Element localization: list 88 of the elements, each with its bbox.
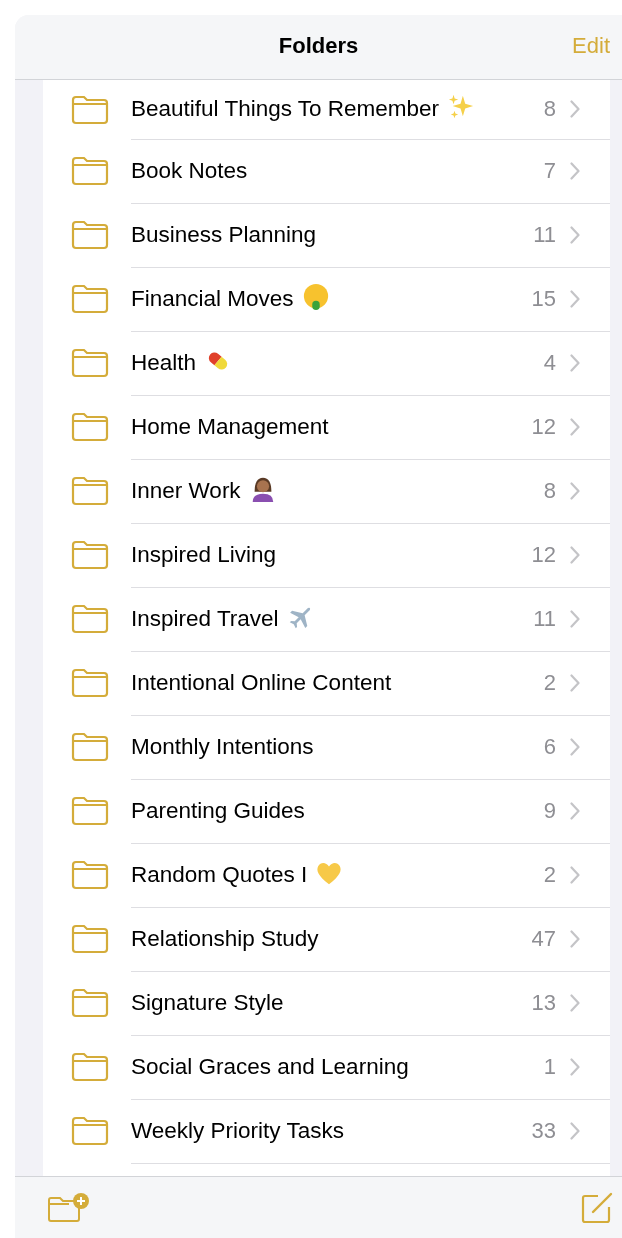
note-count: 13: [531, 989, 556, 1016]
folder-item[interactable]: Book Notes 7: [131, 138, 610, 204]
folder-name: Signature Style: [131, 989, 284, 1016]
chevron-icon: [570, 609, 580, 628]
folder-name: Book Notes: [131, 157, 248, 184]
note-count: 9: [543, 797, 556, 824]
chevron-icon: [570, 673, 580, 692]
folder-icon: [71, 924, 109, 954]
folder-name: Inspired Travel: [131, 605, 279, 632]
folder-icon: [71, 412, 109, 442]
folder-icon: [71, 1116, 109, 1146]
folder-icon: [71, 604, 109, 634]
note-count: 8: [543, 477, 556, 504]
chevron-icon: [570, 417, 580, 436]
folder-name: Financial Moves: [131, 285, 294, 312]
folder-item[interactable]: Parenting Guides 9: [131, 778, 610, 844]
folder-item[interactable]: Intentional Online Content 2: [131, 650, 610, 716]
chevron-icon: [570, 1121, 580, 1140]
folder-item[interactable]: Home Management 12: [131, 394, 610, 460]
chevron-icon: [570, 481, 580, 500]
folder-icon: [71, 220, 109, 250]
chevron-icon: [570, 865, 580, 884]
folder-icon: [71, 284, 109, 314]
folder-name: Relationship Study: [131, 925, 319, 952]
compose-icon[interactable]: [580, 1191, 614, 1224]
note-count: 7: [543, 157, 556, 184]
window-title: Folders: [278, 33, 359, 59]
folder-item[interactable]: Inner Work 8: [131, 458, 610, 524]
folder-item[interactable]: Relationship Study 47: [131, 906, 610, 972]
folder-icon: [71, 476, 109, 506]
folder-item[interactable]: Random Quotes I 2: [131, 842, 610, 908]
note-count: 8: [543, 96, 556, 122]
folder-item[interactable]: Beautiful Things To Remember 8: [131, 80, 610, 140]
folder-item[interactable]: Social Graces and Learning 1: [131, 1034, 610, 1100]
chevron-icon: [570, 1057, 580, 1076]
folder-item[interactable]: Health 4: [131, 330, 610, 396]
new-folder-icon[interactable]: [47, 1191, 91, 1224]
folder-item[interactable]: Financial Moves 15: [131, 266, 610, 332]
chevron-icon: [570, 929, 580, 948]
folder-name: Business Planning: [131, 221, 317, 248]
note-count: 2: [543, 669, 556, 696]
note-count: 12: [531, 541, 556, 568]
folder-name: Inspired Living: [131, 541, 277, 568]
folder-icon: [71, 156, 109, 186]
folder-name: Health: [131, 349, 197, 376]
folder-icon: [71, 1052, 109, 1082]
folder-name: Social Graces and Learning: [131, 1053, 409, 1080]
note-count: 12: [531, 413, 556, 440]
folder-name: Home Management: [131, 413, 329, 440]
chevron-icon: [570, 100, 580, 118]
folder-icon: [71, 540, 109, 570]
folder-name: Beautiful Things To Remember: [131, 96, 440, 122]
chevron-icon: [570, 225, 580, 244]
folder-name: Random Quotes I: [131, 861, 308, 888]
folder-item[interactable]: Inspired Travel 11: [131, 586, 610, 652]
chevron-icon: [570, 161, 580, 180]
chevron-icon: [570, 737, 580, 756]
folder-icon: [71, 988, 109, 1018]
note-count: 33: [531, 1117, 556, 1144]
note-count: 11: [533, 605, 556, 632]
folder-icon: [71, 348, 109, 378]
note-count: 1: [543, 1053, 556, 1080]
folder-icon: [71, 732, 109, 762]
chevron-icon: [570, 289, 580, 308]
folder-name: Monthly Intentions: [131, 733, 314, 760]
folder-item[interactable]: Signature Style 13: [131, 970, 610, 1036]
note-count: 6: [543, 733, 556, 760]
folder-item[interactable]: Business Planning 11: [131, 202, 610, 268]
note-count: 4: [543, 349, 556, 376]
folder-item[interactable]: Inspired Living 12: [131, 522, 610, 588]
folder-icon: [71, 860, 109, 890]
folder-icon: [71, 94, 109, 125]
note-count: 11: [533, 221, 556, 248]
folder-name: Parenting Guides: [131, 797, 305, 824]
folder-name: Inner Work: [131, 477, 241, 504]
note-count: 47: [531, 925, 556, 952]
chevron-icon: [570, 353, 580, 372]
note-count: 15: [531, 285, 556, 312]
folder-icon: [71, 668, 109, 698]
folder-icon: [71, 796, 109, 826]
folder-name: Weekly Priority Tasks: [131, 1117, 344, 1144]
folder-name: Intentional Online Content: [131, 669, 392, 696]
folder-item[interactable]: Monthly Intentions 6: [131, 714, 610, 780]
chevron-icon: [570, 993, 580, 1012]
folder-item[interactable]: Weekly Priority Tasks 33: [131, 1098, 610, 1164]
chevron-icon: [570, 545, 580, 564]
note-count: 2: [543, 861, 556, 888]
chevron-icon: [570, 801, 580, 820]
